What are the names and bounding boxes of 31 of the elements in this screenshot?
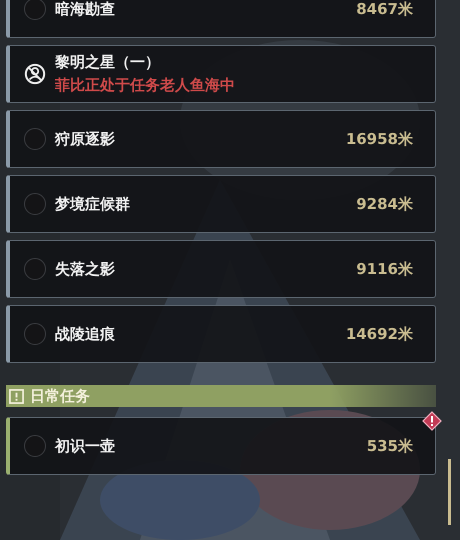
quest-name: 初识一壶 <box>55 436 116 456</box>
quest-name: 暗海勘查 <box>55 0 116 18</box>
radio-circle[interactable] <box>24 323 46 345</box>
scrollbar-thumb[interactable] <box>448 459 451 525</box>
quest-distance: 16958米 <box>346 130 413 148</box>
quest-card[interactable]: 暗海勘查 8467米 <box>6 0 436 38</box>
radio-circle[interactable] <box>24 128 46 150</box>
quest-card[interactable]: 狩原逐影 16958米 <box>6 110 436 168</box>
quest-status: 菲比正处于任务老人鱼海中 <box>55 76 235 95</box>
section-title: 日常任务 <box>30 386 90 406</box>
quest-distance: 9116米 <box>356 260 413 278</box>
quest-card[interactable]: 黎明之星（一） 菲比正处于任务老人鱼海中 <box>6 45 436 103</box>
radio-circle[interactable] <box>24 435 46 457</box>
quest-card[interactable]: 初识一壶 535米 <box>6 417 436 475</box>
radio-circle[interactable] <box>24 258 46 280</box>
radio-circle[interactable] <box>24 0 46 20</box>
quest-distance: 535米 <box>366 436 413 456</box>
quest-distance: 9284米 <box>356 194 413 214</box>
quest-card[interactable]: 失落之影 9116米 <box>6 240 436 298</box>
exclamation-icon <box>9 388 24 404</box>
quest-card[interactable]: 梦境症候群 9284米 <box>6 175 436 233</box>
quest-name: 战陵追痕 <box>55 324 116 344</box>
quest-name: 狩原逐影 <box>55 130 116 148</box>
quest-name: 失落之影 <box>55 260 116 278</box>
quest-distance: 14692米 <box>346 324 413 344</box>
quest-name: 梦境症候群 <box>55 194 131 214</box>
radio-circle[interactable] <box>24 193 46 215</box>
quest-distance: 8467米 <box>356 0 413 18</box>
quest-name: 黎明之星（一） <box>55 53 161 72</box>
blocked-person-icon <box>24 63 46 85</box>
quest-card[interactable]: 战陵追痕 14692米 <box>6 305 436 363</box>
